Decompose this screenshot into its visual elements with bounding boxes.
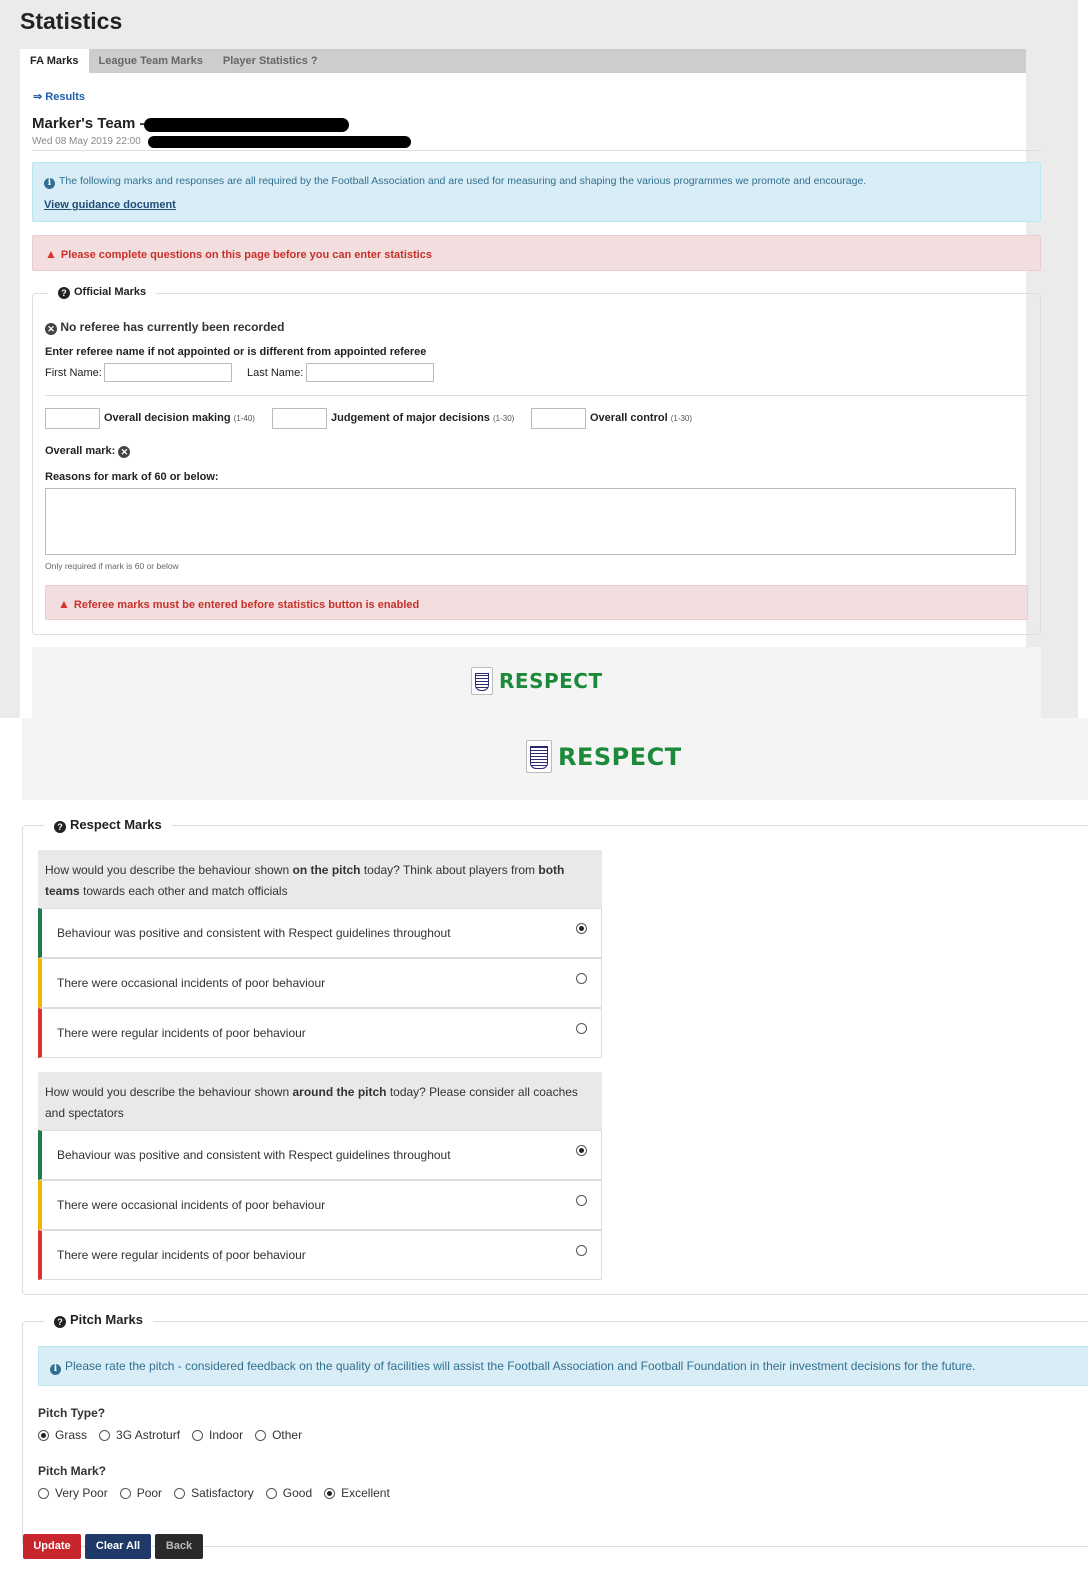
pitch-mark-excellent[interactable]: Excellent: [324, 1486, 390, 1500]
pitch-marks-legend: ? Pitch Marks: [44, 1312, 153, 1328]
on-pitch-option-regular[interactable]: There were regular incidents of poor beh…: [38, 1008, 602, 1058]
judgement-input[interactable]: [272, 408, 327, 429]
question-around-pitch: How would you describe the behaviour sho…: [38, 1072, 602, 1130]
on-pitch-radio-occasional[interactable]: [576, 973, 587, 984]
alert-text: Please complete questions on this page b…: [60, 249, 432, 261]
close-circle-icon: ✕: [45, 323, 57, 335]
reasons-help-text: Only required if mark is 60 or below: [45, 561, 179, 571]
redacted-team-name: [144, 118, 349, 132]
fa-crest-icon: [471, 667, 493, 695]
guidance-document-link[interactable]: View guidance document: [44, 199, 176, 211]
radio-poor[interactable]: [119, 1487, 131, 1499]
no-referee-message: ✕ No referee has currently been recorded: [45, 320, 284, 335]
radio-other[interactable]: [255, 1429, 267, 1441]
enter-referee-prompt: Enter referee name if not appointed or i…: [45, 346, 427, 358]
radio-3g-astroturf[interactable]: [99, 1429, 111, 1441]
overall-control-input[interactable]: [531, 408, 586, 429]
pitch-mark-poor[interactable]: Poor: [119, 1486, 162, 1500]
warning-icon: ▲: [45, 247, 57, 261]
reasons-textarea[interactable]: [45, 488, 1016, 555]
page-title: Statistics: [20, 8, 123, 34]
overall-control-label: Overall control (1-30): [590, 412, 693, 424]
around-pitch-option-regular[interactable]: There were regular incidents of poor beh…: [38, 1230, 602, 1280]
results-link[interactable]: ⇒ Results: [33, 90, 85, 103]
redacted-match-details: [148, 136, 411, 148]
around-pitch-radio-positive[interactable]: [576, 1145, 587, 1156]
close-circle-icon: ✕: [118, 446, 131, 458]
on-pitch-option-positive[interactable]: Behaviour was positive and consistent wi…: [38, 908, 602, 958]
pitch-mark-label: Pitch Mark?: [38, 1464, 107, 1478]
pitch-type-indoor[interactable]: Indoor: [192, 1428, 243, 1442]
radio-excellent[interactable]: [324, 1487, 336, 1499]
around-pitch-option-occasional[interactable]: There were occasional incidents of poor …: [38, 1180, 602, 1230]
pitch-type-other[interactable]: Other: [255, 1428, 302, 1442]
warning-icon: ▲: [58, 597, 70, 611]
help-icon[interactable]: ?: [58, 287, 70, 299]
respect-and-pitch-screen: RESPECT ? Respect Marks How would you des…: [0, 718, 1088, 1583]
divider: [45, 395, 1028, 396]
radio-indoor[interactable]: [192, 1429, 204, 1441]
complete-questions-alert: ▲ Please complete questions on this page …: [32, 235, 1041, 271]
referee-marks-alert: ▲ Referee marks must be entered before st…: [45, 585, 1028, 620]
pitch-mark-very-poor[interactable]: Very Poor: [38, 1486, 108, 1500]
marker-team-title: Marker's Team -: [32, 115, 145, 132]
tab-fa-marks[interactable]: FA Marks: [20, 49, 89, 73]
pitch-type-grass[interactable]: Grass: [38, 1428, 87, 1442]
official-marks-legend: ? Official Marks: [48, 286, 157, 299]
respect-logo: RESPECT: [471, 667, 603, 695]
match-date: Wed 08 May 2019 22:00: [32, 136, 141, 147]
decision-making-input[interactable]: [45, 408, 100, 429]
radio-satisfactory[interactable]: [174, 1487, 186, 1499]
tab-bar: FA Marks League Team Marks Player Statis…: [20, 49, 1026, 73]
back-button[interactable]: Back: [155, 1534, 203, 1559]
on-pitch-radio-regular[interactable]: [576, 1023, 587, 1034]
reasons-label: Reasons for mark of 60 or below:: [45, 471, 219, 483]
pitch-type-3g[interactable]: 3G Astroturf: [99, 1428, 180, 1442]
pitch-type-label: Pitch Type?: [38, 1406, 106, 1420]
around-pitch-radio-occasional[interactable]: [576, 1195, 587, 1206]
scrollbar-track[interactable]: [1078, 0, 1088, 718]
respect-marks-legend: ? Respect Marks: [44, 817, 172, 833]
divider: [32, 150, 1041, 151]
decision-making-label: Overall decision making (1-40): [104, 412, 255, 424]
pitch-type-group: Grass 3G Astroturf Indoor Other: [38, 1428, 314, 1442]
first-name-input[interactable]: [104, 363, 232, 382]
respect-banner: RESPECT: [22, 718, 1088, 800]
fa-crest-icon: [526, 740, 552, 773]
info-text: The following marks and responses are al…: [59, 175, 867, 187]
help-icon[interactable]: ?: [54, 1316, 66, 1328]
tab-panel: ⇒ Results Marker's Team - Wed 08 May 201…: [20, 73, 1041, 718]
info-icon: i: [50, 1364, 61, 1375]
info-box: i The following marks and responses are a…: [32, 162, 1041, 222]
on-pitch-option-occasional[interactable]: There were occasional incidents of poor …: [38, 958, 602, 1008]
info-icon: i: [44, 178, 55, 189]
last-name-input[interactable]: [306, 363, 434, 382]
pitch-info-box: i Please rate the pitch - considered feed…: [38, 1346, 1088, 1386]
around-pitch-radio-regular[interactable]: [576, 1245, 587, 1256]
first-name-label: First Name:: [45, 367, 102, 379]
fa-marks-screen: Statistics FA Marks League Team Marks Pl…: [0, 0, 1088, 718]
radio-very-poor[interactable]: [38, 1487, 49, 1499]
official-marks-fieldset: [32, 293, 1041, 635]
tab-player-statistics[interactable]: Player Statistics ?: [213, 49, 328, 73]
last-name-label: Last Name:: [247, 367, 304, 379]
update-button[interactable]: Update: [23, 1534, 81, 1559]
respect-logo: RESPECT: [526, 740, 682, 773]
respect-banner: RESPECT: [32, 647, 1041, 718]
overall-mark-label: Overall mark: ✕: [45, 445, 131, 458]
pitch-mark-good[interactable]: Good: [265, 1486, 312, 1500]
around-pitch-option-positive[interactable]: Behaviour was positive and consistent wi…: [38, 1130, 602, 1180]
radio-good[interactable]: [265, 1487, 277, 1499]
pitch-mark-group: Very Poor Poor Satisfactory Good Excelle…: [38, 1486, 402, 1500]
help-icon[interactable]: ?: [54, 821, 66, 833]
judgement-label: Judgement of major decisions (1-30): [331, 412, 515, 424]
question-on-pitch: How would you describe the behaviour sho…: [38, 850, 602, 908]
pitch-mark-satisfactory[interactable]: Satisfactory: [174, 1486, 254, 1500]
tab-league-team-marks[interactable]: League Team Marks: [89, 49, 213, 73]
radio-grass[interactable]: [38, 1429, 49, 1441]
clear-all-button[interactable]: Clear All: [85, 1534, 151, 1559]
on-pitch-radio-positive[interactable]: [576, 923, 587, 934]
